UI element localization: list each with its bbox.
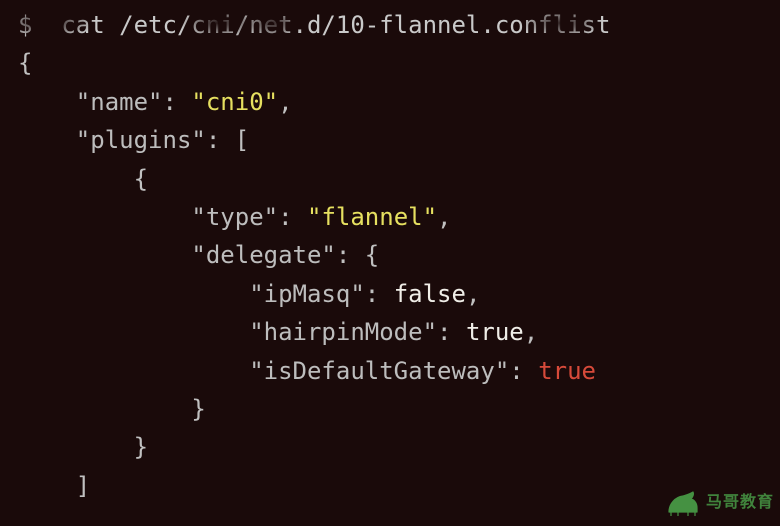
terminal-output: $ cat /etc/cni/net.d/10-flannel.conflist… [18, 6, 762, 505]
item-brace-close: } [134, 433, 148, 461]
key-ipmasq: "ipMasq" [249, 280, 365, 308]
bracket-close: ] [76, 472, 90, 500]
key-hairpin: "hairpinMode" [249, 318, 437, 346]
val-name: "cni0" [191, 88, 278, 116]
delegate-brace-open: { [365, 241, 379, 269]
key-gateway: "isDefaultGateway" [249, 357, 509, 385]
val-ipmasq: false [394, 280, 466, 308]
key-type: "type" [191, 203, 278, 231]
val-gateway: true [538, 357, 596, 385]
val-type: "flannel" [307, 203, 437, 231]
brace-open: { [18, 49, 32, 77]
delegate-brace-close: } [191, 395, 205, 423]
command-line: $ cat /etc/cni/net.d/10-flannel.conflist [18, 11, 610, 39]
bracket-open: [ [235, 126, 249, 154]
val-hairpin: true [466, 318, 524, 346]
key-delegate: "delegate" [191, 241, 336, 269]
key-plugins: "plugins" [76, 126, 206, 154]
key-name: "name" [76, 88, 163, 116]
item-brace-open: { [134, 165, 148, 193]
